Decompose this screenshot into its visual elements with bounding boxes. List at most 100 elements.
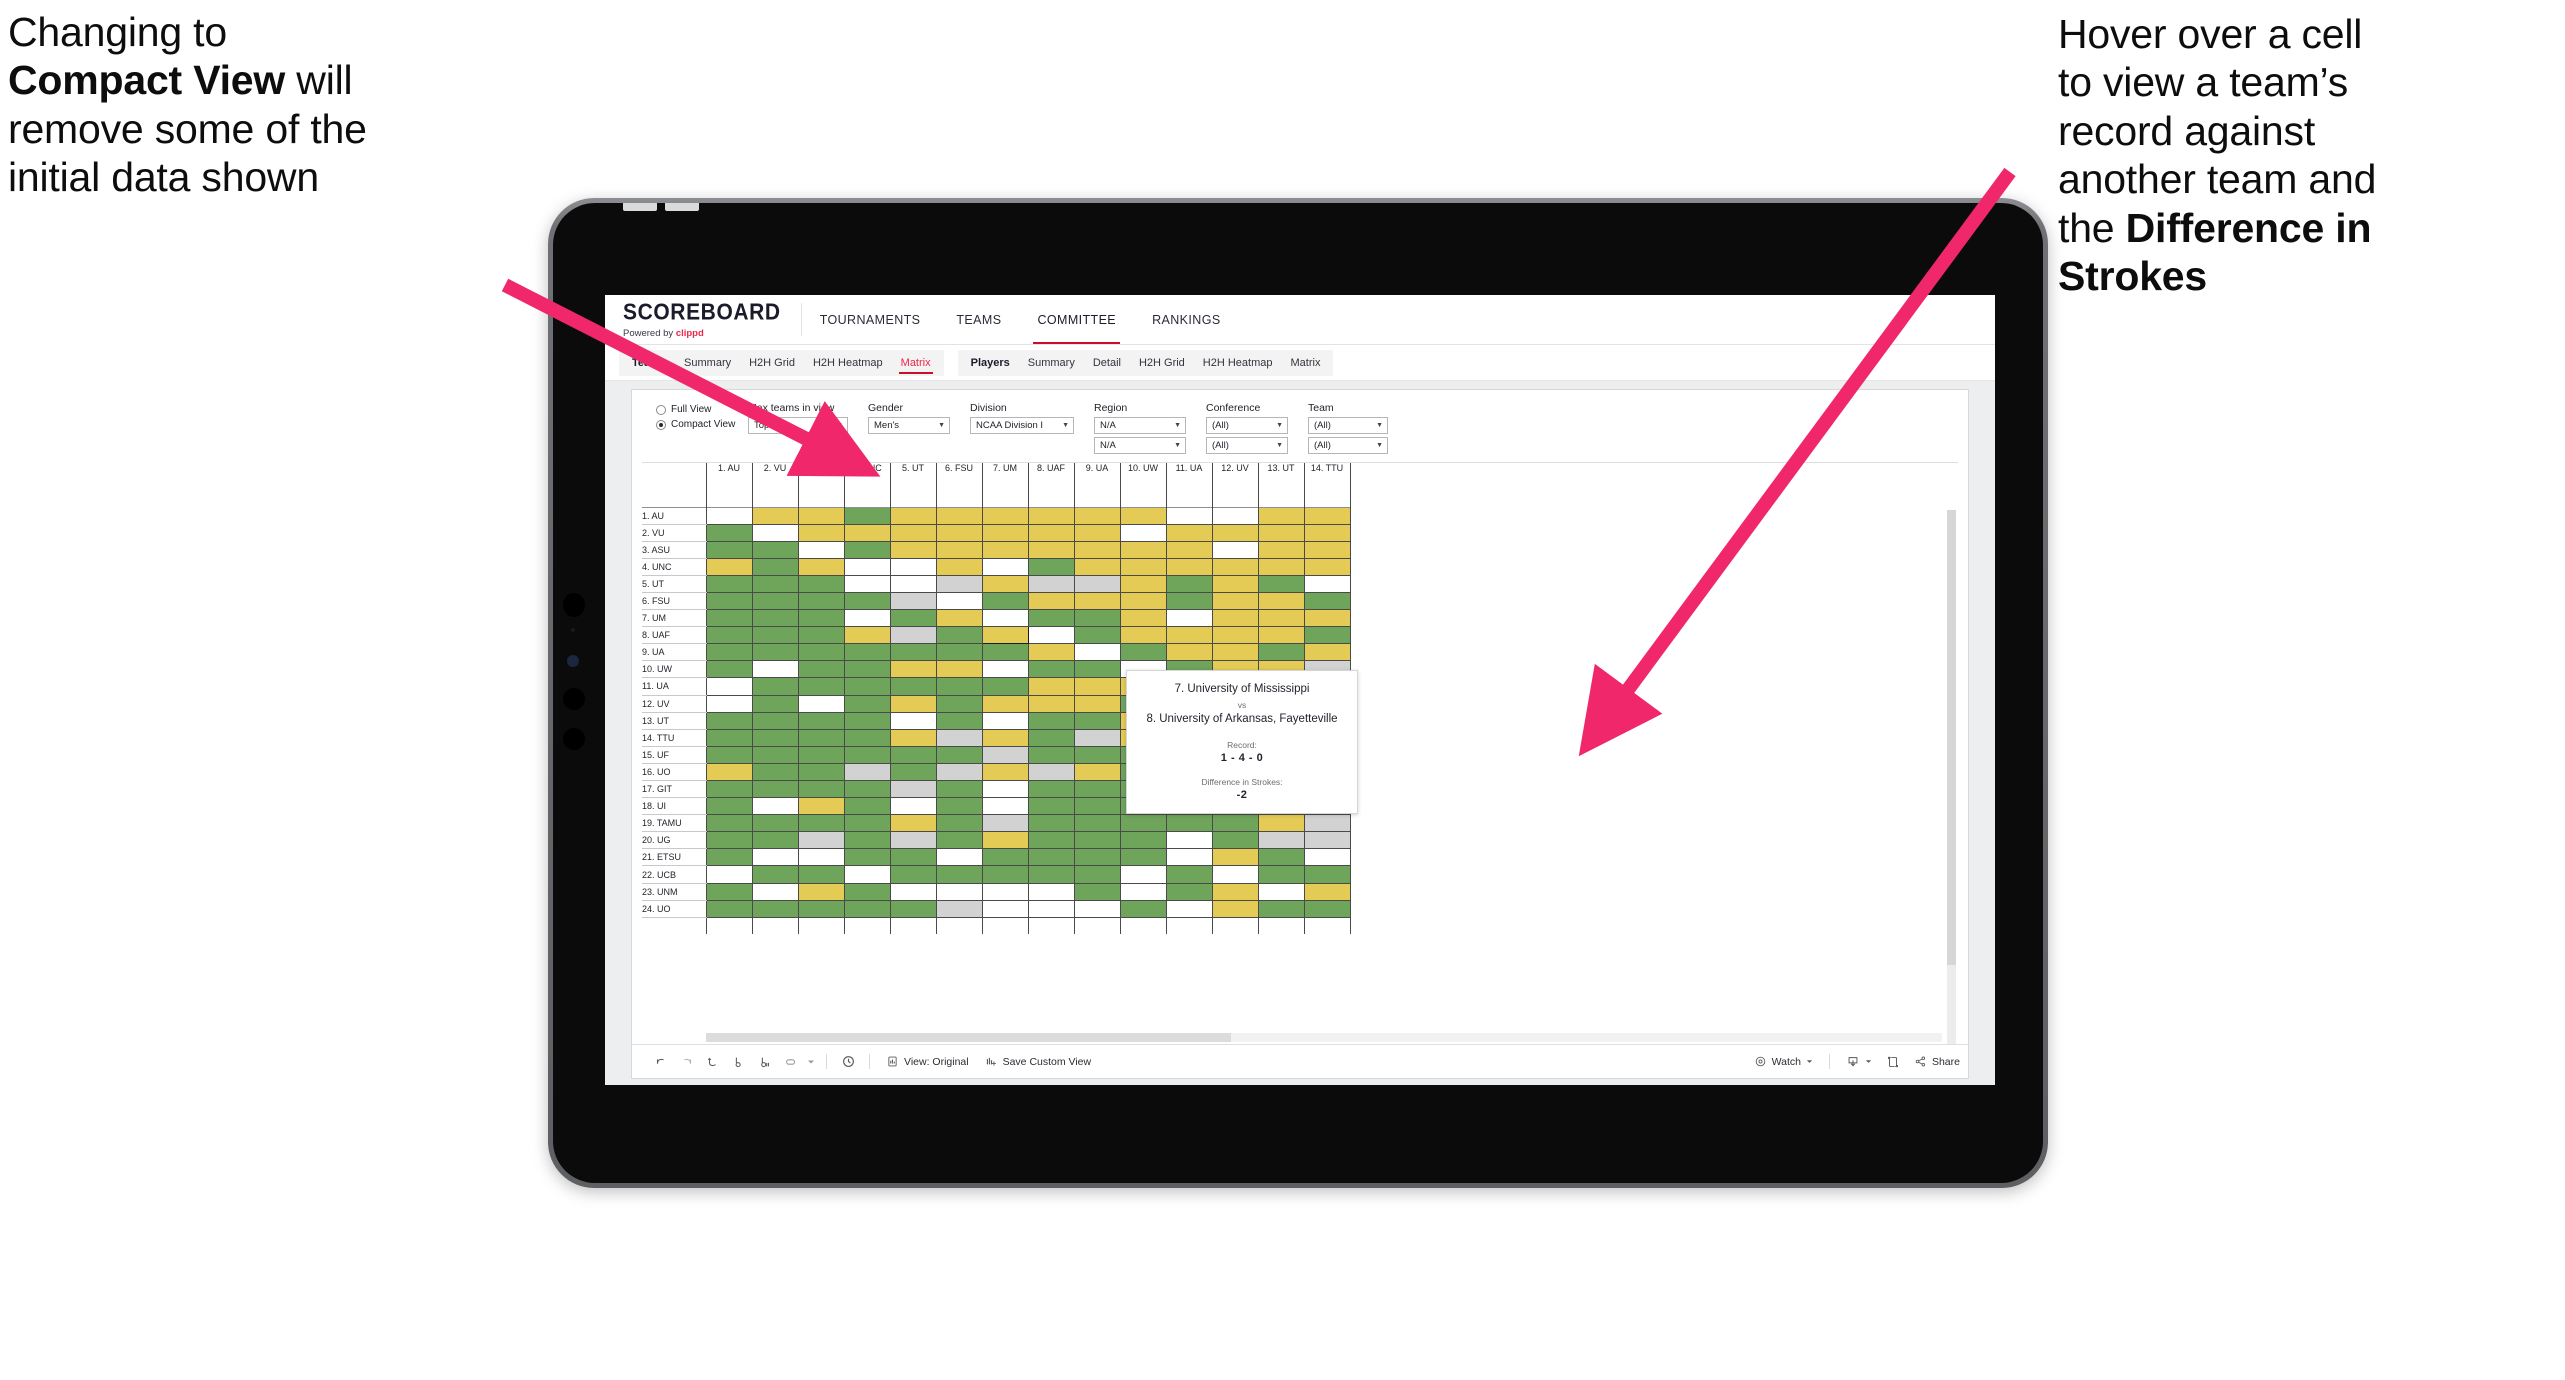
matrix-cell[interactable] [935, 780, 983, 799]
matrix-cell[interactable] [705, 609, 753, 628]
matrix-cell[interactable] [1073, 524, 1121, 542]
matrix-row-header[interactable]: 7. UM [642, 609, 706, 628]
matrix-cell[interactable] [1073, 763, 1121, 782]
matrix-cell[interactable] [935, 695, 983, 713]
matrix-cell[interactable] [1027, 507, 1075, 525]
matrix-cell[interactable] [1211, 643, 1259, 662]
nav-item-tournaments[interactable]: TOURNAMENTS [802, 295, 939, 344]
matrix-cell[interactable] [981, 797, 1029, 816]
matrix-col-header[interactable]: 2. VU [751, 463, 799, 507]
matrix-cell[interactable] [935, 712, 983, 730]
matrix-cell[interactable] [1073, 609, 1121, 628]
matrix-cell[interactable] [843, 558, 891, 576]
matrix-col-header[interactable]: 12. UV [1211, 463, 1259, 507]
matrix-row-header[interactable]: 3. ASU [642, 541, 706, 559]
matrix-cell[interactable] [1027, 883, 1075, 901]
matrix-row-header[interactable]: 16. UO [642, 763, 706, 782]
matrix-cell[interactable] [705, 677, 753, 696]
matrix-cell[interactable] [1073, 626, 1121, 645]
matrix-cell[interactable] [1027, 643, 1075, 662]
matrix-cell[interactable] [981, 883, 1029, 901]
matrix-col-header[interactable]: 7. UM [981, 463, 1029, 507]
matrix-cell[interactable] [1119, 865, 1167, 884]
matrix-cell[interactable] [1211, 865, 1259, 884]
matrix-cell[interactable] [751, 780, 799, 799]
matrix-cell[interactable] [1257, 626, 1305, 645]
matrix-cell[interactable] [981, 831, 1029, 850]
matrix-cell[interactable] [1027, 626, 1075, 645]
matrix-cell[interactable] [1073, 558, 1121, 576]
matrix-cell[interactable] [705, 865, 753, 884]
matrix-cell[interactable] [705, 643, 753, 662]
vertical-scrollbar-thumb[interactable] [1947, 510, 1956, 965]
select-conference-1[interactable]: (All) ▼ [1206, 417, 1288, 434]
matrix-cell[interactable] [935, 541, 983, 559]
vertical-scrollbar[interactable] [1947, 510, 1956, 1044]
matrix-cell[interactable] [981, 626, 1029, 645]
matrix-cell[interactable] [1073, 575, 1121, 593]
matrix-row-header[interactable]: 8. UAF [642, 626, 706, 645]
matrix-cell[interactable] [889, 643, 937, 662]
matrix-cell[interactable] [751, 848, 799, 867]
matrix-cell[interactable] [1257, 814, 1305, 833]
matrix-cell[interactable] [1027, 575, 1075, 593]
matrix-cell[interactable] [1073, 900, 1121, 918]
matrix-cell[interactable] [1257, 541, 1305, 559]
matrix-col-header[interactable]: 6. FSU [935, 463, 983, 507]
matrix-cell[interactable] [751, 660, 799, 679]
matrix-row-header[interactable]: 5. UT [642, 575, 706, 593]
matrix-cell[interactable] [705, 900, 753, 918]
matrix-cell[interactable] [843, 575, 891, 593]
matrix-row-header[interactable]: 12. UV [642, 695, 706, 713]
matrix-cell[interactable] [1119, 541, 1167, 559]
matrix-cell[interactable] [843, 814, 891, 833]
matrix-cell[interactable] [1119, 814, 1167, 833]
matrix-cell[interactable] [751, 541, 799, 559]
matrix-cell[interactable] [1165, 865, 1213, 884]
matrix-cell[interactable] [1119, 643, 1167, 662]
matrix-cell[interactable] [843, 609, 891, 628]
matrix-cell[interactable] [1211, 883, 1259, 901]
matrix-cell[interactable] [981, 541, 1029, 559]
matrix-cell[interactable] [889, 677, 937, 696]
matrix-cell[interactable] [705, 507, 753, 525]
matrix-cell[interactable] [1073, 729, 1121, 747]
matrix-cell[interactable] [751, 695, 799, 713]
matrix-cell[interactable] [1027, 900, 1075, 918]
select-team-1[interactable]: (All) ▼ [1308, 417, 1388, 434]
matrix-cell[interactable] [797, 558, 845, 576]
matrix-cell[interactable] [1303, 626, 1351, 645]
matrix-cell[interactable] [1027, 558, 1075, 576]
matrix-row-header[interactable]: 15. UF [642, 746, 706, 764]
matrix-cell[interactable] [705, 712, 753, 730]
matrix-cell[interactable] [797, 609, 845, 628]
matrix-col-header[interactable]: 3. ASU [797, 463, 845, 507]
matrix-cell[interactable] [981, 507, 1029, 525]
matrix-cell[interactable] [797, 712, 845, 730]
matrix-cell[interactable] [935, 609, 983, 628]
matrix-cell[interactable] [1165, 883, 1213, 901]
matrix-cell[interactable] [843, 831, 891, 850]
matrix-cell[interactable] [843, 763, 891, 782]
matrix-cell[interactable] [981, 900, 1029, 918]
matrix-cell[interactable] [935, 831, 983, 850]
matrix-cell[interactable] [843, 883, 891, 901]
matrix-row-header[interactable]: 14. TTU [642, 729, 706, 747]
matrix-cell[interactable] [705, 626, 753, 645]
matrix-cell[interactable] [981, 780, 1029, 799]
matrix-row-header[interactable]: 1. AU [642, 507, 706, 525]
matrix-cell[interactable] [1257, 883, 1305, 901]
matrix-col-header[interactable]: 10. UW [1119, 463, 1167, 507]
matrix-cell[interactable] [1303, 865, 1351, 884]
matrix-cell[interactable] [981, 677, 1029, 696]
matrix-cell[interactable] [1119, 507, 1167, 525]
matrix-cell[interactable] [889, 507, 937, 525]
matrix-cell[interactable] [797, 677, 845, 696]
matrix-cell[interactable] [1165, 524, 1213, 542]
tab-teams-matrix[interactable]: Matrix [892, 350, 940, 376]
matrix-cell[interactable] [1073, 780, 1121, 799]
matrix-cell[interactable] [1165, 900, 1213, 918]
matrix-cell[interactable] [1257, 831, 1305, 850]
matrix-cell[interactable] [935, 797, 983, 816]
matrix-cell[interactable] [981, 848, 1029, 867]
